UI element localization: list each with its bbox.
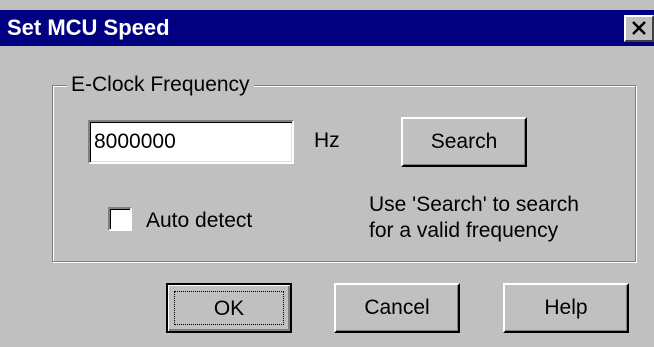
set-mcu-speed-dialog: Set MCU Speed E-Clock Frequency Hz Searc… bbox=[0, 0, 654, 347]
auto-detect-label[interactable]: Auto detect bbox=[146, 208, 252, 234]
cancel-button[interactable]: Cancel bbox=[334, 283, 460, 333]
hint-line-1: Use 'Search' to search bbox=[369, 193, 579, 216]
help-button[interactable]: Help bbox=[503, 283, 629, 333]
auto-detect-checkbox[interactable] bbox=[108, 207, 132, 231]
ok-button[interactable]: OK bbox=[166, 283, 292, 333]
close-button[interactable] bbox=[624, 15, 654, 42]
group-label: E-Clock Frequency bbox=[67, 72, 254, 98]
hint-line-2: for a valid frequency bbox=[369, 219, 559, 242]
ok-button-label: OK bbox=[174, 291, 284, 325]
unit-label: Hz bbox=[314, 129, 340, 152]
search-button[interactable]: Search bbox=[401, 117, 527, 167]
close-icon bbox=[632, 21, 646, 35]
search-hint-text: Use 'Search' to search for a valid frequ… bbox=[369, 192, 579, 244]
frequency-input[interactable] bbox=[88, 120, 294, 164]
dialog-title: Set MCU Speed bbox=[7, 15, 170, 40]
title-bar: Set MCU Speed bbox=[0, 10, 654, 46]
